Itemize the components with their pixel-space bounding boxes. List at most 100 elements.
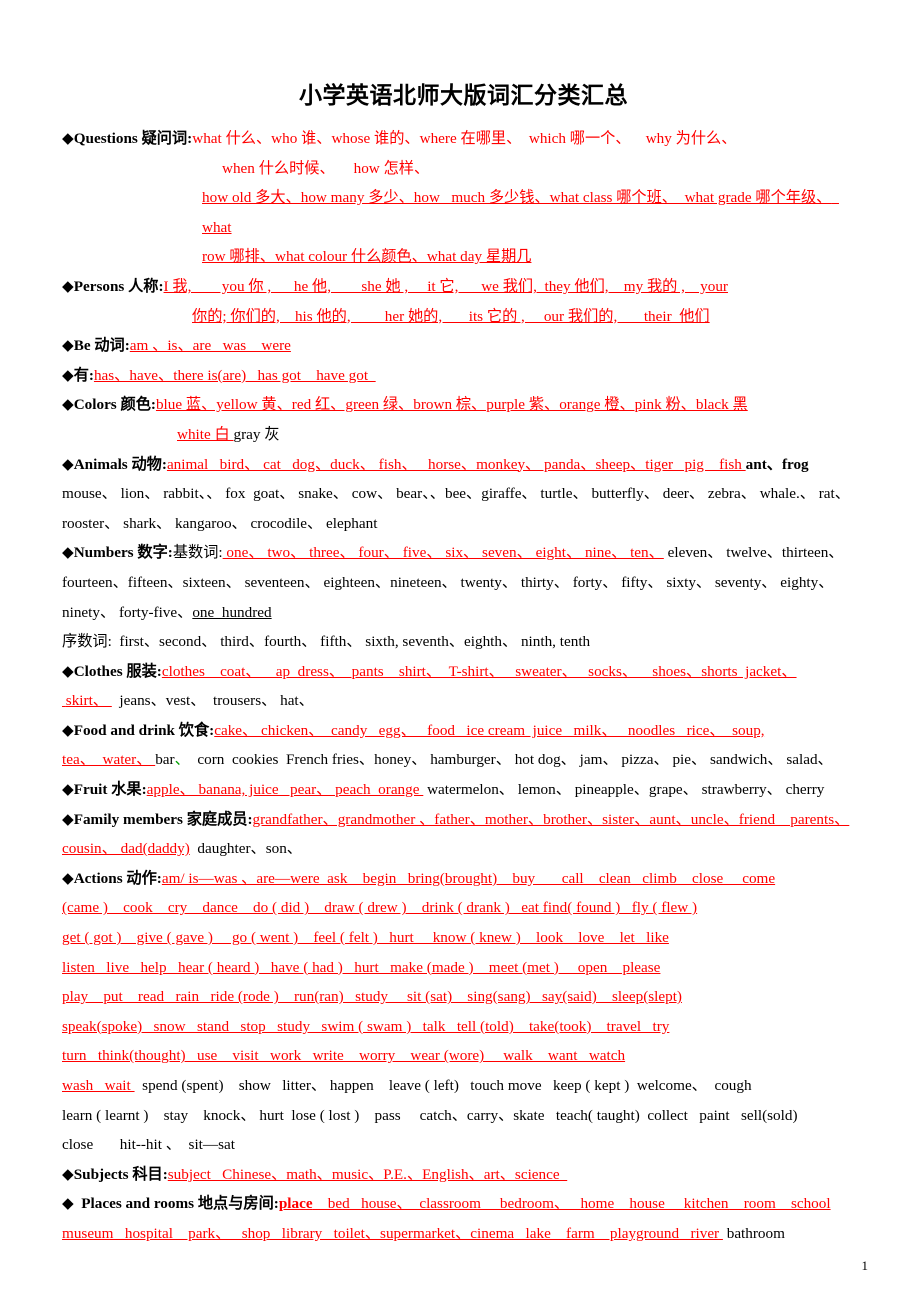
animals-line-2: mouse、 lion、 rabbit、、 fox goat、 snake、 c… (62, 485, 850, 503)
food-green-comma: 、 (174, 751, 190, 769)
section-places-and-rooms: ◆ Places and rooms 地点与房间:place bed house… (62, 1189, 865, 1248)
questions-line-4: row 哪排、what colour 什么颜色、what day 星期几 (202, 248, 532, 266)
persons-line-1: I 我, you 你 , he 他, she 她 , it 它, we 我们, … (163, 277, 728, 295)
section-label-fruit: Fruit 水果: (73, 781, 147, 799)
section-fruit: ◆Fruit 水果:apple、 banana, juice pear、 pea… (62, 775, 865, 805)
section-label-places: Places and rooms 地点与房间: (74, 1195, 279, 1212)
family-red-line-1: grandfather、grandmother 、father、mother、b… (252, 810, 850, 828)
numbers-ordinal-label: 序数词: (62, 633, 112, 651)
section-actions: ◆Actions 动作:am/ is—was 、are—were ask beg… (62, 864, 865, 1160)
section-bullet: ◆ (62, 366, 74, 384)
animals-red-words: animal bird、 cat dog、duck、 fish、 horse、m… (166, 455, 746, 473)
clothes-line-2: skirt、 jeans、vest、 trousers、 hat、 (62, 686, 865, 716)
fruit-red-words: apple、 banana, juice pear、 peach orange (146, 781, 424, 799)
numbers-black-words: eleven、 twelve、thirteen、 (663, 544, 844, 562)
have-line: has、have、there is(are) has got have got (93, 366, 376, 384)
food-red-line-2: tea、 water、 (62, 751, 156, 769)
questions-line-2: when 什么时候、 how 怎样、 (222, 159, 430, 177)
food-line-2: tea、 water、 bar、 corn cookies French fri… (62, 745, 865, 775)
section-label-subjects: Subjects 科目: (73, 1165, 168, 1183)
clothes-red-line-1: clothes coat、 ap dress、 pants shirt、 T-s… (161, 662, 797, 680)
actions-red-line-2: (came ) cook cry dance do ( did ) draw (… (62, 899, 698, 917)
section-label-persons: Persons 人称: (73, 277, 164, 295)
section-label-actions: Actions 动作: (73, 869, 162, 887)
section-bullet: ◆ (62, 130, 74, 147)
section-clothes: ◆Clothes 服装:clothes coat、 ap dress、 pant… (62, 657, 865, 716)
clothes-black-tail: jeans、vest、 trousers、 hat、 (111, 692, 314, 710)
section-bullet: ◆ (62, 544, 74, 562)
family-red-line-2: cousin、 dad(daddy) (62, 840, 190, 858)
section-label-numbers: Numbers 数字: (73, 544, 173, 562)
numbers-ordinal-line: 序数词: first、second、 third、fourth、 fifth、 … (62, 627, 865, 657)
numbers-line-3-plain: ninety、 forty-five、 (62, 603, 193, 621)
fruit-black-words: watermelon、 lemon、 pineapple、grape、 stra… (423, 781, 825, 799)
section-label-animals: Animals 动物: (73, 455, 167, 473)
places-bold-place: place (278, 1195, 313, 1213)
actions-red-line-1: am/ is—was 、are—were ask begin bring(bro… (161, 869, 776, 887)
actions-black-tail: spend (spent) show litter、 happen leave … (134, 1077, 752, 1094)
section-label-food: Food and drink 饮食: (73, 721, 215, 739)
actions-black-line-2: close hit--hit 、 sit—sat (62, 1136, 235, 1154)
family-line-2: cousin、 dad(daddy) daughter、son、 (62, 834, 865, 864)
section-bullet: ◆ (62, 662, 74, 680)
section-food-and-drink: ◆Food and drink 饮食:cake、 chicken、 candy … (62, 716, 865, 775)
numbers-ordinal-words: first、second、 third、fourth、 fifth、 sixth… (111, 633, 591, 651)
actions-red-line-8: wash wait (62, 1077, 135, 1094)
be-verbs-line: am 、is、are was were (129, 337, 291, 355)
section-animals: ◆Animals 动物:animal bird、 cat dog、duck、 f… (62, 450, 865, 539)
section-label-be: Be 动词: (73, 337, 130, 355)
animals-black-bold-words: ant、frog (745, 455, 809, 473)
clothes-red-line-2: skirt、 (62, 692, 112, 710)
section-bullet: ◆ (62, 781, 74, 799)
animals-line-3: rooster、 shark、 kangaroo、 crocodile、 ele… (62, 514, 378, 532)
section-label-questions: Questions 疑问词: (73, 130, 193, 147)
section-persons: ◆Persons 人称:I 我, you 你 , he 他, she 她 , i… (62, 272, 865, 331)
actions-red-line-7: turn think(thought) use visit work write… (62, 1047, 626, 1065)
actions-red-line-6: speak(spoke) snow stand stop study swim … (62, 1017, 670, 1035)
document-page: 小学英语北师大版词汇分类汇总 ◆Questions 疑问词:what 什么、wh… (0, 0, 920, 1304)
colors-line-1: blue 蓝、yellow 黄、red 红、green 绿、brown 棕、pu… (155, 396, 748, 414)
page-title: 小学英语北师大版词汇分类汇总 (299, 83, 628, 108)
actions-red-line-4: listen live help hear ( heard ) have ( h… (62, 958, 661, 976)
section-be-verbs: ◆Be 动词:am 、is、are was were (62, 331, 865, 361)
section-colors: ◆Colors 颜色:blue 蓝、yellow 黄、red 红、green 绿… (62, 390, 865, 449)
section-bullet: ◆ (62, 337, 74, 355)
actions-red-line-5: play put read rain ride (rode ) run(ran)… (62, 988, 682, 1006)
section-bullet: ◆ (62, 810, 74, 828)
numbers-one-hundred: one hundred (192, 603, 272, 621)
section-bullet: ◆ (62, 455, 74, 473)
actions-line-8: wash wait spend (spent) show litter、 hap… (62, 1071, 865, 1101)
actions-black-line-1: learn ( learnt ) stay knock、 hurt lose (… (62, 1106, 798, 1124)
numbers-line-2: fourteen、fifteen、sixteen、 seventeen、 eig… (62, 573, 834, 591)
section-questions: ◆Questions 疑问词:what 什么、who 谁、whose 谁的、wh… (62, 124, 865, 272)
places-black-tail: bathroom (722, 1224, 785, 1242)
section-bullet: ◆ (62, 1165, 74, 1183)
numbers-red-words: one、 two、 three、 four、 five、 six、 seven、… (222, 544, 664, 562)
section-family-members: ◆Family members 家庭成员:grandfather、grandmo… (62, 805, 865, 864)
persons-line-2: 你的; 你们的, his 他的, her 她的, its 它的 , our 我们… (192, 307, 710, 325)
actions-red-line-3: get ( got ) give ( gave ) go ( went ) fe… (62, 929, 669, 947)
section-bullet: ◆ (62, 869, 74, 887)
section-bullet: ◆ (62, 396, 74, 414)
page-number: 1 (861, 1258, 869, 1273)
questions-line-3: how old 多大、how many 多少、how much 多少钱、what… (202, 189, 839, 236)
numbers-cardinal-label: 基数词: (172, 544, 223, 562)
section-bullet: ◆ (62, 721, 74, 739)
places-line-2: museum hospital park、 shop library toile… (62, 1219, 865, 1249)
section-have: ◆有:has、have、there is(are) has got have g… (62, 361, 865, 391)
family-black-tail: daughter、son、 (189, 840, 302, 858)
colors-gray: gray 灰 (233, 425, 280, 443)
colors-line-2: white 白 gray 灰 (62, 420, 865, 450)
food-red-line-1: cake、 chicken、 candy egg、 food ice cream… (214, 721, 765, 739)
places-red-line-2: museum hospital park、 shop library toile… (62, 1224, 723, 1242)
section-label-places-text: Places and rooms 地点与房间: (81, 1195, 279, 1213)
section-numbers: ◆Numbers 数字:基数词: one、 two、 three、 four、 … (62, 538, 865, 656)
section-bullet: ◆ (62, 1195, 74, 1213)
section-bullet: ◆ (62, 277, 74, 295)
section-label-colors: Colors 颜色: (73, 396, 156, 414)
section-label-have: 有: (73, 366, 94, 384)
section-label-family: Family members 家庭成员: (73, 810, 253, 828)
questions-line-1: what 什么、who 谁、whose 谁的、where 在哪里、 which … (192, 130, 737, 147)
subjects-line: subject Chinese、math、music、P.E.、English、… (167, 1165, 568, 1183)
section-subjects: ◆Subjects 科目:subject Chinese、math、music、… (62, 1160, 865, 1190)
